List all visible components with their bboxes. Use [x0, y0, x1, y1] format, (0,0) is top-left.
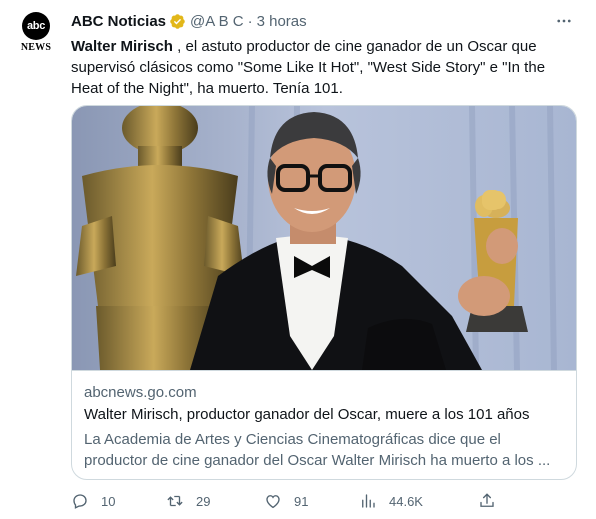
- reply-button[interactable]: 10: [71, 490, 115, 512]
- link-card[interactable]: abcnews.go.com Walter Mirisch, productor…: [71, 105, 577, 480]
- retweet-button[interactable]: 29: [166, 490, 210, 512]
- card-description[interactable]: La Academia de Artes y Ciencias Cinemato…: [84, 429, 568, 471]
- handle[interactable]: @A B C: [190, 13, 244, 30]
- views-chart-icon: [362, 494, 375, 508]
- share-icon: [480, 493, 494, 507]
- timestamp[interactable]: 3 horas: [257, 13, 307, 30]
- retweet-icon: [167, 495, 183, 507]
- verified-badge-icon: [170, 13, 185, 29]
- card-domain[interactable]: abcnews.go.com: [84, 384, 197, 401]
- heart-icon: [266, 495, 280, 509]
- separator: ·: [247, 12, 253, 30]
- more-options-icon[interactable]: [554, 11, 574, 31]
- retweet-count: 29: [196, 493, 211, 509]
- like-count: 91: [294, 493, 309, 509]
- action-bar: 10 29 91 44.6K: [71, 490, 577, 512]
- tweet: abc NEWS ABC Noticias @A B C · 3 horas W…: [0, 0, 596, 519]
- news-logo-text: NEWS: [20, 42, 52, 53]
- reply-count: 10: [101, 493, 116, 509]
- abc-logo: abc: [22, 12, 50, 40]
- views-button[interactable]: 44.6K: [359, 490, 423, 512]
- card-title[interactable]: Walter Mirisch, productor ganador del Os…: [84, 406, 530, 423]
- tweet-text: Walter Mirisch , el astuto productor de …: [71, 36, 571, 99]
- reply-icon: [73, 494, 87, 509]
- like-button[interactable]: 91: [264, 490, 308, 512]
- tweet-name-bold: Walter Mirisch: [71, 38, 173, 55]
- share-button[interactable]: [478, 490, 496, 512]
- card-image[interactable]: [72, 106, 576, 370]
- card-divider: [72, 370, 576, 371]
- tweet-header: ABC Noticias @A B C · 3 horas: [71, 11, 307, 31]
- display-name[interactable]: ABC Noticias: [71, 13, 166, 30]
- view-count: 44.6K: [389, 493, 423, 509]
- avatar[interactable]: abc NEWS: [14, 12, 54, 53]
